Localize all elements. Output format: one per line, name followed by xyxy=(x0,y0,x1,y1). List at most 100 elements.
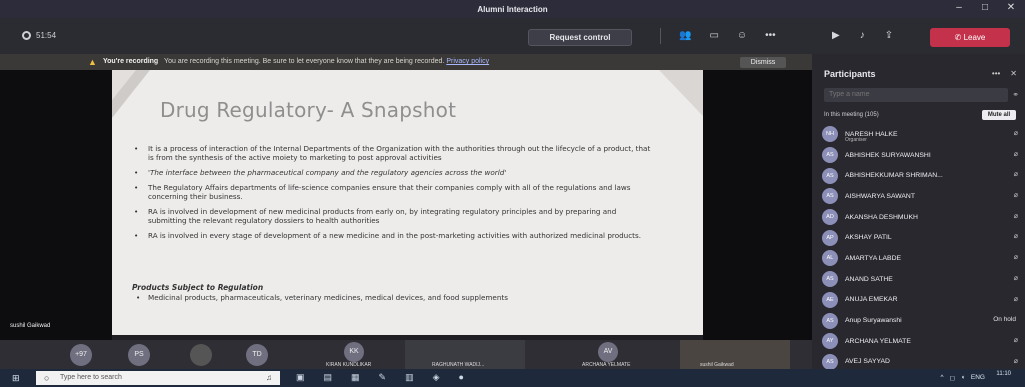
in-meeting-count[interactable]: In this meeting (105) xyxy=(824,112,879,118)
taskbar-search[interactable]: ○ Type here to search ♫ xyxy=(36,371,280,385)
close-icon[interactable]: ✕ xyxy=(1003,2,1019,13)
participant-row[interactable]: AP AKSHAY PATIL ⌀ xyxy=(822,227,1022,248)
participant-row[interactable]: AY ARCHANA YELMATE ⌀ xyxy=(822,331,1022,352)
privacy-policy-link[interactable]: Privacy policy xyxy=(446,58,489,65)
camera-off-icon[interactable]: ▶ xyxy=(832,30,840,41)
minimize-icon[interactable]: – xyxy=(951,2,967,13)
more-participants-tile[interactable]: +97 xyxy=(70,344,92,366)
participant-tile-label: sushil Gaikwad xyxy=(700,362,734,368)
participant-row[interactable]: AE ANUJA EMEKAR ⌀ xyxy=(822,290,1022,311)
participant-tile[interactable]: PS xyxy=(128,344,150,366)
participant-role: Organiser xyxy=(845,137,867,143)
participant-name: AKANSHA DESHMUKH xyxy=(845,213,918,221)
clock[interactable]: 11:10 xyxy=(996,371,1011,378)
participant-list: NH NARESH HALKE Organiser ⌀ AS ABHISHEK … xyxy=(822,124,1022,372)
share-invite-icon[interactable]: ⚭ xyxy=(1012,90,1019,99)
participant-name: ABHISHEK SURYAWANSHI xyxy=(845,151,931,159)
participant-row[interactable]: NH NARESH HALKE Organiser ⌀ xyxy=(822,124,1022,145)
slide-decoration xyxy=(112,70,136,100)
participant-video-tile[interactable] xyxy=(680,340,790,369)
participant-tile-label: ARCHANA YELMATE xyxy=(582,362,631,368)
chevron-up-icon[interactable]: ^ xyxy=(941,374,944,382)
participant-name: AMARTYA LABDE xyxy=(845,254,902,262)
more-icon[interactable]: ••• xyxy=(765,30,776,44)
volume-icon[interactable]: ◖ xyxy=(961,374,965,382)
avatar: AE xyxy=(822,291,838,308)
share-icon[interactable]: ⇪ xyxy=(885,30,893,41)
recording-bold: You're recording xyxy=(103,58,159,65)
mic-off-icon: ⌀ xyxy=(1013,336,1018,344)
request-control-button[interactable]: Request control xyxy=(528,29,632,46)
taskbar-apps: ▣ ▤ ▦ ✎ ▥ ◈ ● xyxy=(296,372,464,383)
search-icon: ○ xyxy=(44,373,50,383)
participant-tile-label: KIRAN KUNDLIKAR xyxy=(326,362,372,368)
participant-row[interactable]: AS Anup Suryawanshi On hold xyxy=(822,310,1022,331)
microphone-icon[interactable]: ♫ xyxy=(266,371,272,385)
shield-icon xyxy=(22,31,31,40)
teams-app-icon[interactable]: ▦ xyxy=(351,372,360,383)
window-title-bar: Alumni Interaction – □ ✕ xyxy=(0,0,1025,18)
chat-icon[interactable]: ▭ xyxy=(709,30,718,44)
slide-bullet: It is a process of interaction of the In… xyxy=(134,144,654,162)
participant-row[interactable]: AD AKANSHA DESHMUKH ⌀ xyxy=(822,207,1022,228)
app-icon[interactable]: ● xyxy=(459,372,464,383)
app-icon[interactable]: ◈ xyxy=(433,372,440,383)
participant-name: ANAND SATHE xyxy=(845,275,893,283)
participant-search-input[interactable] xyxy=(824,88,1008,102)
participant-name: ANUJA EMEKAR xyxy=(845,296,898,304)
language-indicator[interactable]: ENG xyxy=(971,374,985,382)
people-icon[interactable]: 👥 xyxy=(679,30,691,44)
maximize-icon[interactable]: □ xyxy=(977,2,993,13)
slide-decoration xyxy=(659,70,703,116)
more-icon[interactable]: ••• xyxy=(992,69,1000,78)
avatar: AP xyxy=(822,229,838,246)
close-icon[interactable]: ✕ xyxy=(1010,69,1017,78)
dismiss-button[interactable]: Dismiss xyxy=(740,57,786,68)
slide-bullet: The Regulatory Affairs departments of li… xyxy=(134,183,654,201)
participant-tile[interactable]: TD xyxy=(246,344,268,366)
participant-row[interactable]: AL AMARTYA LABDE ⌀ xyxy=(822,248,1022,269)
mic-off-icon[interactable]: ♪ xyxy=(860,30,865,41)
participant-tile[interactable]: AV xyxy=(598,342,618,362)
recording-message: You're recording You are recording this … xyxy=(103,58,489,65)
divider xyxy=(660,28,661,44)
meeting-actions: 👥 ▭ ☺ ••• xyxy=(660,28,776,44)
meeting-timer: 51:54 xyxy=(22,31,56,40)
avatar: AD xyxy=(822,209,838,226)
avatar: AY xyxy=(822,333,838,350)
products-heading: Products Subject to Regulation xyxy=(132,283,264,292)
app-icon[interactable]: ✎ xyxy=(379,372,387,383)
windows-taskbar: ⊞ ○ Type here to search ♫ ▣ ▤ ▦ ✎ ▥ ◈ ● … xyxy=(0,369,1025,387)
slide-title: Drug Regulatory- A Snapshot xyxy=(160,98,457,122)
file-explorer-icon[interactable]: ▤ xyxy=(324,372,333,383)
leave-button[interactable]: ✆ Leave xyxy=(930,28,1010,47)
participant-row[interactable]: AS ANAND SATHE ⌀ xyxy=(822,269,1022,290)
participant-row[interactable]: AS ABHISHEKKUMAR SHRIMAN... ⌀ xyxy=(822,165,1022,186)
window-controls: – □ ✕ xyxy=(951,2,1019,13)
task-view-icon[interactable]: ▣ xyxy=(296,372,305,383)
taskbar-search-placeholder: Type here to search xyxy=(60,374,122,381)
slide-bullet: RA is involved in development of new med… xyxy=(134,207,654,225)
mic-off-icon: ⌀ xyxy=(1013,171,1018,179)
mic-off-icon: ⌀ xyxy=(1013,295,1018,303)
windows-start-icon[interactable]: ⊞ xyxy=(12,373,20,384)
participant-row[interactable]: AS ABHISHEK SURYAWANSHI ⌀ xyxy=(822,145,1022,166)
leave-label: Leave xyxy=(963,33,986,42)
products-item: Medicinal products, pharmaceuticals, vet… xyxy=(136,293,606,302)
mic-off-icon: ⌀ xyxy=(1013,274,1018,282)
mute-all-button[interactable]: Mute all xyxy=(982,110,1016,120)
participant-name: AKSHAY PATIL xyxy=(845,234,892,242)
elapsed-time: 51:54 xyxy=(36,31,57,40)
participant-tile-label: RAGHUNATH WADIJ... xyxy=(432,362,485,368)
participant-row[interactable]: AS AISHWARYA SAWANT ⌀ xyxy=(822,186,1022,207)
reactions-icon[interactable]: ☺ xyxy=(737,30,747,44)
presenter-name: sushil Gaikwad xyxy=(10,323,51,329)
participant-tile[interactable]: KK xyxy=(344,342,364,362)
app-icon[interactable]: ▥ xyxy=(405,372,414,383)
phone-icon: ✆ xyxy=(954,33,962,42)
participant-name: ABHISHEKKUMAR SHRIMAN... xyxy=(845,172,943,180)
network-icon[interactable]: ◻ xyxy=(950,374,955,382)
recording-text: You are recording this meeting. Be sure … xyxy=(164,58,445,65)
participant-photo-tile[interactable] xyxy=(190,344,212,366)
avatar: NH xyxy=(822,126,838,143)
